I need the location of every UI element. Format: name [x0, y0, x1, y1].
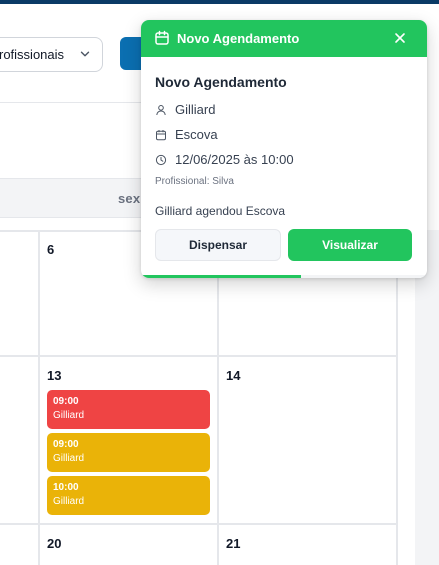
event-time: 10:00: [53, 482, 79, 493]
client-name: Gilliard: [175, 102, 216, 117]
calendar-event[interactable]: 09:00 Gilliard: [47, 390, 210, 429]
toast-header: Novo Agendamento: [141, 20, 427, 57]
day-number[interactable]: 6: [47, 242, 54, 257]
calendar-icon: [156, 129, 166, 140]
calendar-icon: [155, 30, 169, 45]
toast-title: Novo Agendamento: [155, 74, 287, 90]
day-number[interactable]: 20: [47, 536, 61, 551]
toast-progress-track: [141, 275, 427, 278]
event-client: Gilliard: [53, 410, 85, 421]
grid-line: [0, 523, 398, 525]
toast-message: Gilliard agendou Escova: [155, 204, 286, 218]
grid-line: [38, 230, 40, 565]
day-number[interactable]: 14: [226, 368, 240, 383]
grid-line: [396, 230, 398, 565]
event-time: 09:00: [53, 439, 79, 450]
event-time: 09:00: [53, 396, 79, 407]
grid-line: [217, 230, 219, 565]
chevron-down-icon: [80, 51, 90, 57]
clock-icon: [155, 154, 167, 165]
datetime-row: 12/06/2025 às 10:00: [155, 152, 294, 167]
top-bar: [0, 0, 439, 4]
event-client: Gilliard: [53, 496, 85, 507]
calendar-event[interactable]: 10:00 Gilliard: [47, 476, 210, 515]
user-icon: [156, 104, 166, 115]
service-row: Escova: [155, 127, 218, 142]
calendar-grid: 6 13 14 20 21 09:00 Gilliard 09:00 Gilli…: [0, 230, 398, 565]
view-button[interactable]: Visualizar: [288, 229, 412, 261]
professional-label: Profissional: Silva: [155, 176, 234, 187]
toast-progress-fill: [141, 275, 302, 278]
day-number[interactable]: 13: [47, 368, 61, 383]
appointment-datetime: 12/06/2025 às 10:00: [175, 152, 294, 167]
toast-header-title: Novo Agendamento: [177, 31, 300, 46]
day-number[interactable]: 21: [226, 536, 240, 551]
scroll-area: [415, 230, 439, 565]
calendar-event[interactable]: 09:00 Gilliard: [47, 433, 210, 472]
close-icon[interactable]: [392, 30, 408, 46]
filter-select-value: rofissionais: [0, 47, 65, 62]
client-row: Gilliard: [155, 102, 215, 117]
dismiss-button[interactable]: Dispensar: [155, 229, 281, 261]
weekday-label: sex: [118, 191, 141, 206]
service-name: Escova: [175, 127, 218, 142]
notification-toast: Novo Agendamento Novo Agendamento Gillia…: [141, 20, 427, 278]
event-client: Gilliard: [53, 453, 85, 464]
grid-line: [0, 355, 398, 357]
professional-filter-select[interactable]: rofissionais: [0, 37, 103, 72]
